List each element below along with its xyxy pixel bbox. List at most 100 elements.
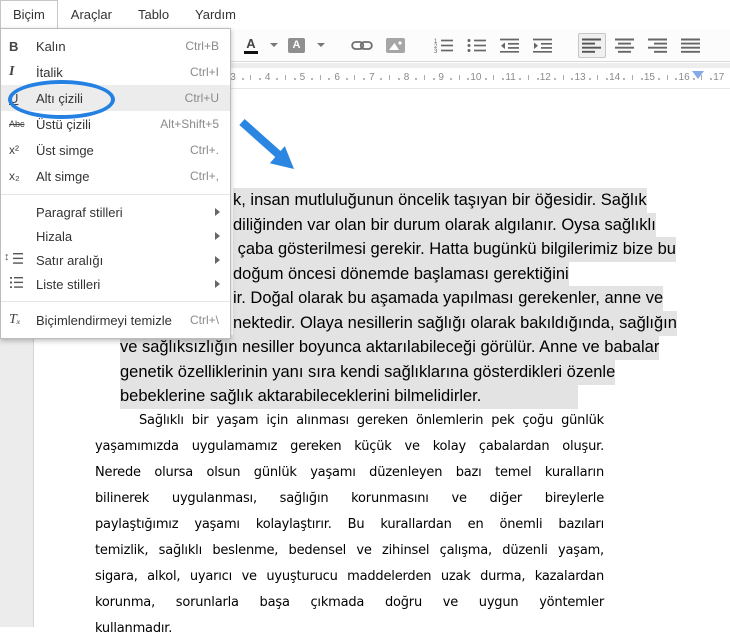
text-line: kullanmadır. [95,616,604,642]
menu-item-label: Biçimlendirmeyi temizle [36,313,190,328]
align-left-icon [582,38,602,53]
clear-formatting-icon: Tₓ [9,312,36,328]
ruler-tick [493,75,494,80]
chevron-down-icon[interactable] [317,43,325,47]
menu-item-label: Altı çizili [36,91,185,106]
text-line: k, insan mutluluğunun öncelik taşıyan bi… [233,188,647,213]
menu-araclar[interactable]: Araçlar [58,0,125,28]
text-line: ir. Doğal olarak bu aşamada yapılması ge… [233,286,663,311]
ruler-number: 9 [438,72,444,83]
align-left-button[interactable] [578,33,606,58]
bulleted-list-button[interactable] [463,33,491,58]
menu-item-label: Liste stilleri [36,277,215,292]
ruler-tick [380,78,382,80]
align-right-icon [648,38,668,53]
text-color-button[interactable]: A [240,32,262,59]
align-center-icon [615,38,635,53]
ruler-tick [485,78,487,80]
increase-indent-button[interactable] [529,33,557,58]
menu-item-shortcut: Ctrl+, [190,169,230,183]
decrease-indent-icon [500,38,520,53]
ruler-tick [519,78,521,80]
ruler-number: 3 [230,72,236,83]
chevron-down-icon[interactable] [270,43,278,47]
menu-item-label: Kalın [36,39,185,54]
menu-tablo[interactable]: Tablo [125,0,182,28]
menu-item-shortcut: Ctrl+U [185,91,230,105]
ruler-number: 5 [300,72,306,83]
ruler-tick [294,78,296,80]
menu-item-label: Hizala [36,229,215,244]
ruler-number: 4 [265,72,271,83]
menu-item-superscript[interactable]: x² Üst simge Ctrl+. [1,137,230,163]
ruler-tick [398,78,400,80]
right-indent-marker[interactable] [692,71,704,79]
ruler-tick [606,78,608,80]
ruler-number: 14 [609,72,620,83]
menu-item-label: Üst simge [36,143,190,158]
highlight-color-button[interactable]: A [284,33,309,58]
numbered-list-button[interactable]: 123 [430,33,458,58]
ruler-tick [450,78,452,80]
ruler-tick [589,78,591,80]
menu-item-underline[interactable]: U Altı çizili Ctrl+U [1,85,230,111]
menu-item-strikethrough[interactable]: Abc Üstü çizili Alt+Shift+5 [1,111,230,137]
ruler-tick [571,78,573,80]
align-right-button[interactable] [644,33,672,58]
bold-icon: B [9,39,36,54]
menu-item-italic[interactable]: I İtalik Ctrl+I [1,59,230,85]
menu-item-shortcut: Ctrl+. [190,143,230,157]
text-line: Sağlıklı bir yaşam için alınması gereken… [95,408,604,434]
blue-arrow-annotation [234,114,314,184]
menu-item-label: İtalik [36,65,190,80]
line-spacing-button[interactable] [726,33,730,58]
ruler-tick [433,78,435,80]
menu-yardim[interactable]: Yardım [182,0,249,28]
insert-link-button[interactable] [347,34,377,57]
menu-item-align[interactable]: Hizala [1,224,230,248]
menu-item-paragraph-styles[interactable]: Paragraf stilleri [1,200,230,224]
menu-item-line-spacing[interactable]: Satır aralığı [1,248,230,272]
ruler-tick [675,78,677,80]
text-line: çaba gösterilmesi gerekir. Hatta bugünkü… [233,237,676,262]
menu-item-list-styles[interactable]: Liste stilleri [1,272,230,296]
align-center-button[interactable] [611,33,639,58]
submenu-arrow-icon [215,232,220,240]
ruler-tick [597,75,598,80]
text-line: doğum öncesi dönemde başlaması gerektiği… [233,262,569,287]
ruler-tick [424,75,425,80]
ruler-tick [311,78,313,80]
ruler-tick [285,75,286,80]
italic-icon: I [9,64,36,80]
ruler-tick [667,75,668,80]
increase-indent-icon [533,38,553,53]
decrease-indent-button[interactable] [496,33,524,58]
justify-button[interactable] [677,33,705,58]
menu-item-shortcut: Ctrl+B [185,39,230,53]
insert-link-icon [351,39,373,52]
menu-item-bold[interactable]: B Kalın Ctrl+B [1,33,230,59]
text-line: sigara, alkol, uyarıcı ve uyuşturucu mad… [95,564,604,590]
ruler-tick [459,75,460,80]
menu-bicim[interactable]: Biçim [0,0,58,28]
insert-image-icon [386,38,405,53]
ruler-tick [554,78,556,80]
line-spacing-icon [9,253,23,264]
ruler-tick [320,75,321,80]
list-styles-icon [9,277,23,288]
ruler-tick [242,78,244,80]
ruler-tick [623,78,625,80]
text-line: yaşamımızda uygulamamız gereken küçük ve… [95,434,604,460]
menu-item-shortcut: Ctrl+I [190,65,230,79]
menu-separator [1,194,230,195]
ruler-number: 8 [404,72,410,83]
submenu-arrow-icon [215,280,220,288]
ruler-tick [710,78,712,80]
insert-image-button[interactable] [382,33,409,58]
text-line: diliğinden var olan bir durum olarak alg… [233,213,656,238]
menu-item-subscript[interactable]: x₂ Alt simge Ctrl+, [1,163,230,189]
menu-item-label: Üstü çizili [36,117,160,132]
menu-item-clear-formatting[interactable]: Tₓ Biçimlendirmeyi temizle Ctrl+\ [1,307,230,333]
ruler-number: 16 [679,72,690,83]
ruler-number: 10 [470,72,481,83]
